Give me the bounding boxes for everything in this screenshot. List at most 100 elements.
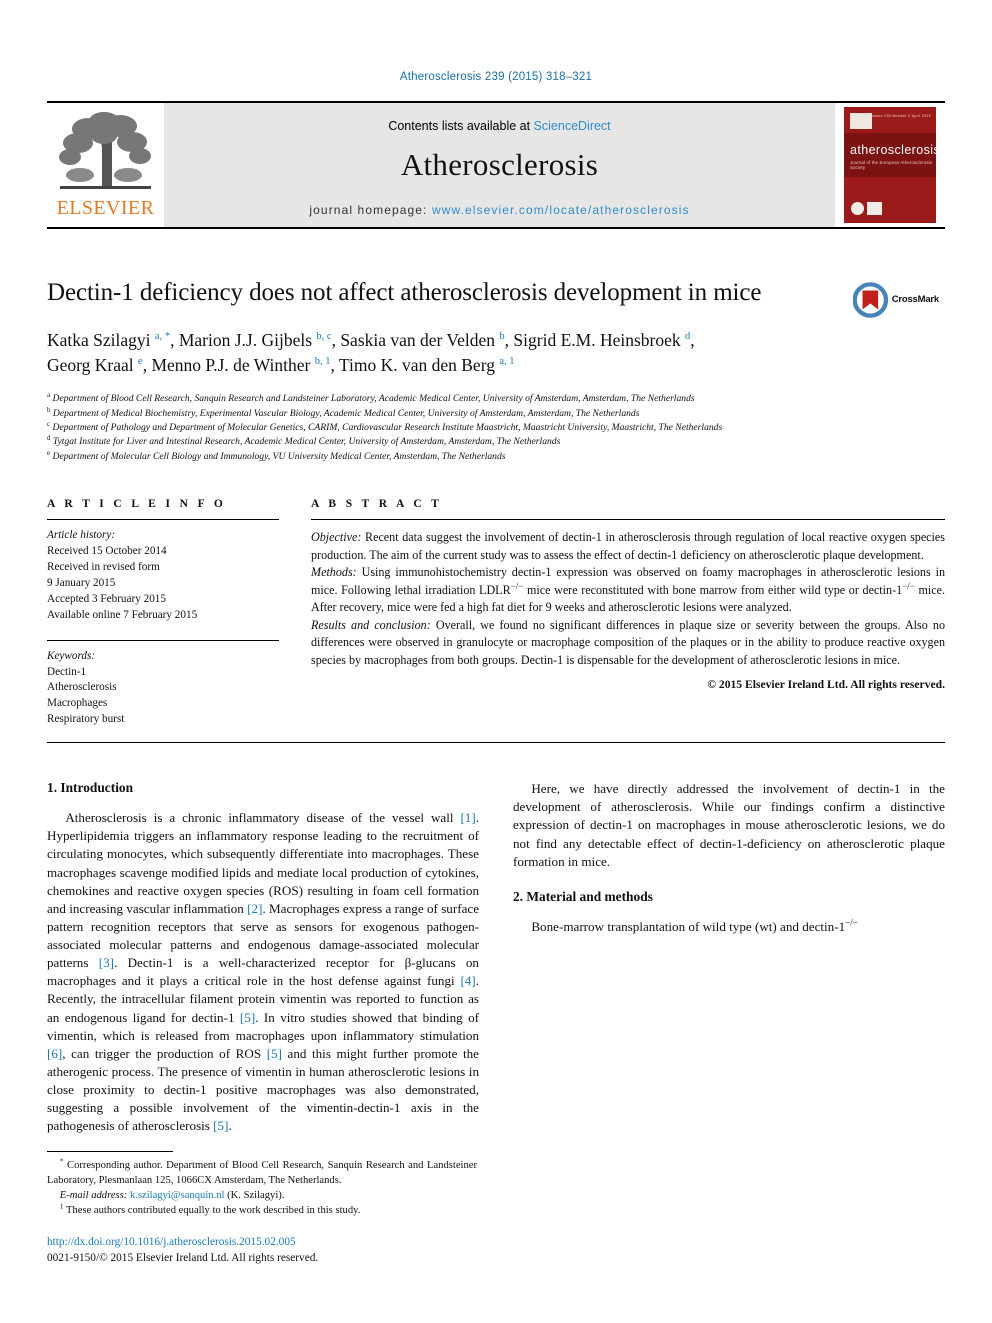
keywords-block: Keywords: Dectin-1 Atherosclerosis Macro… [47,641,279,729]
journal-cover-thumbnail: Volume 239 Number 2 April 2015 atheroscl… [835,102,945,227]
footnote-text: Corresponding author. Department of Bloo… [47,1160,477,1187]
abstract-results: Results and conclusion: Overall, we foun… [311,617,945,670]
reference-link[interactable]: [1] [460,810,475,825]
affiliation-text: Department of Pathology and Department o… [52,422,723,434]
body-column-left: 1. Introduction Atherosclerosis is a chr… [47,780,479,1135]
crossmark-icon [853,281,888,318]
footnote-email: E-mail address: k.szilagyi@sanquin.nl (K… [47,1188,477,1203]
intro-paragraph-2: Here, we have directly addressed the inv… [513,781,945,869]
affiliation-text: Department of Blood Cell Research, Sanqu… [52,393,695,405]
body-column-right: Here, we have directly addressed the inv… [513,780,945,1135]
abstract-methods: Methods: Using immunohistochemistry dect… [311,564,945,617]
affiliation-text: Tytgat Institute for Liver and Intestina… [52,436,561,448]
cover-badge-circle [851,201,864,215]
keyword-item: Dectin-1 [47,665,87,678]
contents-line: Contents lists available at ScienceDirec… [388,119,610,133]
keywords-label: Keywords: [47,649,96,662]
abstract-objective: Objective: Recent data suggest the invol… [311,529,945,564]
elsevier-wordmark: ELSEVIER [56,196,155,219]
journal-homepage-line: journal homepage: www.elsevier.com/locat… [309,203,689,217]
footnote-equal-contribution: 1 These authors contributed equally to t… [47,1203,477,1218]
footnote-divider [47,1151,173,1153]
reference-link[interactable]: [5] [213,1118,228,1133]
abstract-objective-text: Recent data suggest the involvement of d… [311,530,945,562]
cover-image: Volume 239 Number 2 April 2015 atheroscl… [844,106,936,223]
reference-link[interactable]: [3] [99,955,114,970]
methods-text: Bone-marrow transplantation of wild type… [531,918,846,934]
cover-badges [851,201,882,215]
homepage-label: journal homepage: [309,202,428,217]
intro-text: , can trigger the production of ROS [62,1045,267,1061]
affiliations: a Department of Blood Cell Research, San… [47,392,945,464]
methods-paragraph-1: Bone-marrow transplantation of wild type… [513,918,945,936]
abstract-methods-sup-1: −/− [510,580,524,591]
cover-title: atherosclerosis [850,142,936,157]
cover-subtitle: Journal of the European Atherosclerosis … [850,159,933,170]
affiliation-row: c Department of Pathology and Department… [47,419,723,434]
affiliation-row: a Department of Blood Cell Research, San… [47,391,695,405]
affiliation-row: d Tytgat Institute for Liver and Intesti… [47,434,561,448]
authors-line-1: Katka Szilagyi a, *, Marion J.J. Gijbels… [47,329,695,350]
reference-link[interactable]: [5] [267,1046,282,1061]
cover-badge-square [867,201,882,215]
article-page: Atherosclerosis 239 (2015) 318–321 ELSEV… [0,0,992,1323]
footnote-corresponding-author: * Corresponding author. Department of Bl… [47,1157,477,1188]
info-abstract-region: A R T I C L E I N F O Article history: R… [47,498,945,728]
intro-text: . [228,1118,232,1134]
abstract-objective-label: Objective: [311,530,362,545]
sciencedirect-link[interactable]: ScienceDirect [534,119,611,133]
body-columns: 1. Introduction Atherosclerosis is a chr… [47,780,945,1135]
abstract-copyright: © 2015 Elsevier Ireland Ltd. All rights … [707,678,945,692]
crossmark-badge[interactable]: CrossMark [853,277,939,323]
keyword-item: Atherosclerosis [47,681,117,694]
reference-link[interactable]: [2] [247,901,262,916]
elsevier-tree-icon [59,111,151,189]
authors-line-2: Georg Kraal e, Menno P.J. de Winther b, … [47,355,515,376]
running-head: Atherosclerosis 239 (2015) 318–321 [399,71,593,83]
article-history-label: Article history: [47,529,116,542]
keyword-item: Macrophages [47,697,108,710]
cover-toplines: Volume 239 Number 2 April 2015 [869,113,931,118]
keyword-item: Respiratory burst [47,713,125,726]
section-heading-introduction: 1. Introduction [47,780,134,796]
issn-copyright: 0021-9150/© 2015 Elsevier Ireland Ltd. A… [47,1252,319,1265]
abstract-methods-text-b: mice were reconstituted with bone marrow… [523,582,903,597]
article-info-heading: A R T I C L E I N F O [47,498,227,511]
reference-link[interactable]: [4] [460,973,475,988]
journal-title: Atherosclerosis [400,146,599,182]
article-info-column: A R T I C L E I N F O Article history: R… [47,498,279,728]
email-label: E-mail address: [59,1190,128,1202]
page-title: Dectin-1 deficiency does not affect athe… [47,278,762,306]
history-item: 9 January 2015 [47,576,116,589]
reference-link[interactable]: [5] [240,1010,255,1025]
affiliation-row: b Department of Medical Biochemistry, Ex… [47,405,640,419]
doi-link[interactable]: http://dx.doi.org/10.1016/j.atherosclero… [47,1235,477,1251]
methods-superscript: −/− [845,917,858,928]
history-item: Available online 7 February 2015 [47,608,198,621]
authors-list: Katka Szilagyi a, *, Marion J.J. Gijbels… [47,328,945,380]
contents-prefix: Contents lists available at [388,118,534,133]
email-link[interactable]: k.szilagyi@sanquin.nl [130,1190,225,1201]
title-block: Dectin-1 deficiency does not affect athe… [47,277,945,318]
abstract-heading: A B S T R A C T [311,498,443,511]
history-item: Received in revised form [47,561,160,574]
intro-text: Atherosclerosis is a chronic inflammator… [65,810,461,826]
article-history-block: Article history: Received 15 October 201… [47,520,279,623]
history-item: Accepted 3 February 2015 [47,592,166,605]
reference-link[interactable]: [6] [47,1046,62,1061]
doi-block: http://dx.doi.org/10.1016/j.atherosclero… [47,1235,477,1267]
affiliation-text: Department of Molecular Cell Biology and… [52,450,506,462]
abstract-body: Objective: Recent data suggest the invol… [311,520,945,694]
email-suffix: (K. Szilagyi). [224,1190,285,1202]
divider [47,742,945,744]
crossmark-label: CrossMark [891,294,940,305]
elsevier-logo: ELSEVIER [47,103,164,227]
history-item: Received 15 October 2014 [47,545,167,558]
abstract-methods-label: Methods: [311,565,357,580]
homepage-url-link[interactable]: www.elsevier.com/locate/atherosclerosis [432,203,690,217]
journal-masthead: ELSEVIER Contents lists available at Sci… [47,100,945,229]
affiliation-row: e Department of Molecular Cell Biology a… [47,448,506,462]
masthead-center: Contents lists available at ScienceDirec… [164,102,835,227]
section-heading-methods: 2. Material and methods [513,888,653,904]
